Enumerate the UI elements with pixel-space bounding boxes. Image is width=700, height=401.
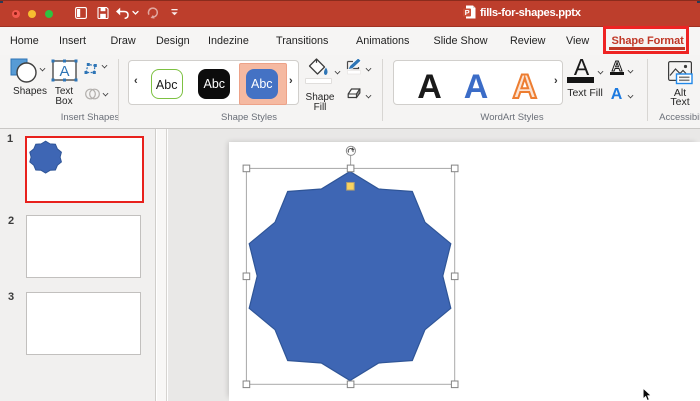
svg-text:A: A	[59, 63, 69, 80]
svg-text:P: P	[465, 7, 470, 16]
